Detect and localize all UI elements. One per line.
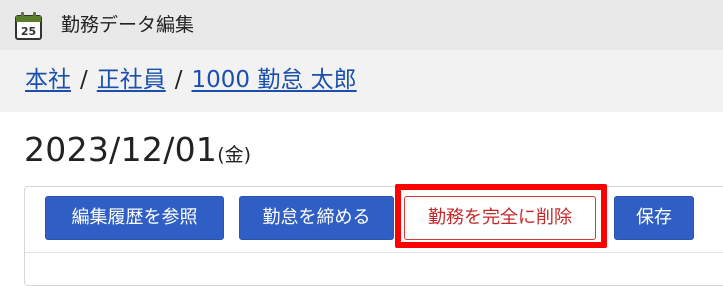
delete-work-record-button[interactable]: 勤務を完全に削除: [404, 196, 596, 240]
record-date-heading: 2023/12/01(金): [24, 130, 251, 170]
calendar-icon-day: 25: [21, 25, 36, 38]
save-button[interactable]: 保存: [614, 196, 694, 240]
breadcrumb-employment-type-link[interactable]: 正社員: [97, 67, 166, 93]
close-attendance-button[interactable]: 勤怠を締める: [239, 196, 394, 240]
record-weekday: (金): [217, 144, 252, 166]
breadcrumb-bar: 本社 / 正社員 / 1000 勤怠 太郎: [0, 50, 723, 112]
breadcrumb-separator: /: [174, 67, 183, 93]
view-edit-history-button[interactable]: 編集履歴を参照: [45, 196, 224, 240]
breadcrumb-separator: /: [80, 67, 88, 93]
record-date: 2023/12/01: [24, 130, 218, 169]
breadcrumb: 本社 / 正社員 / 1000 勤怠 太郎: [25, 64, 357, 96]
breadcrumb-company-link[interactable]: 本社: [25, 67, 71, 93]
calendar-icon: 25: [15, 12, 42, 40]
panel-divider: [24, 252, 723, 253]
app-title: 勤務データ編集: [61, 14, 195, 36]
title-bar: 25 勤務データ編集: [0, 0, 723, 50]
breadcrumb-employee-link[interactable]: 1000 勤怠 太郎: [192, 67, 357, 93]
